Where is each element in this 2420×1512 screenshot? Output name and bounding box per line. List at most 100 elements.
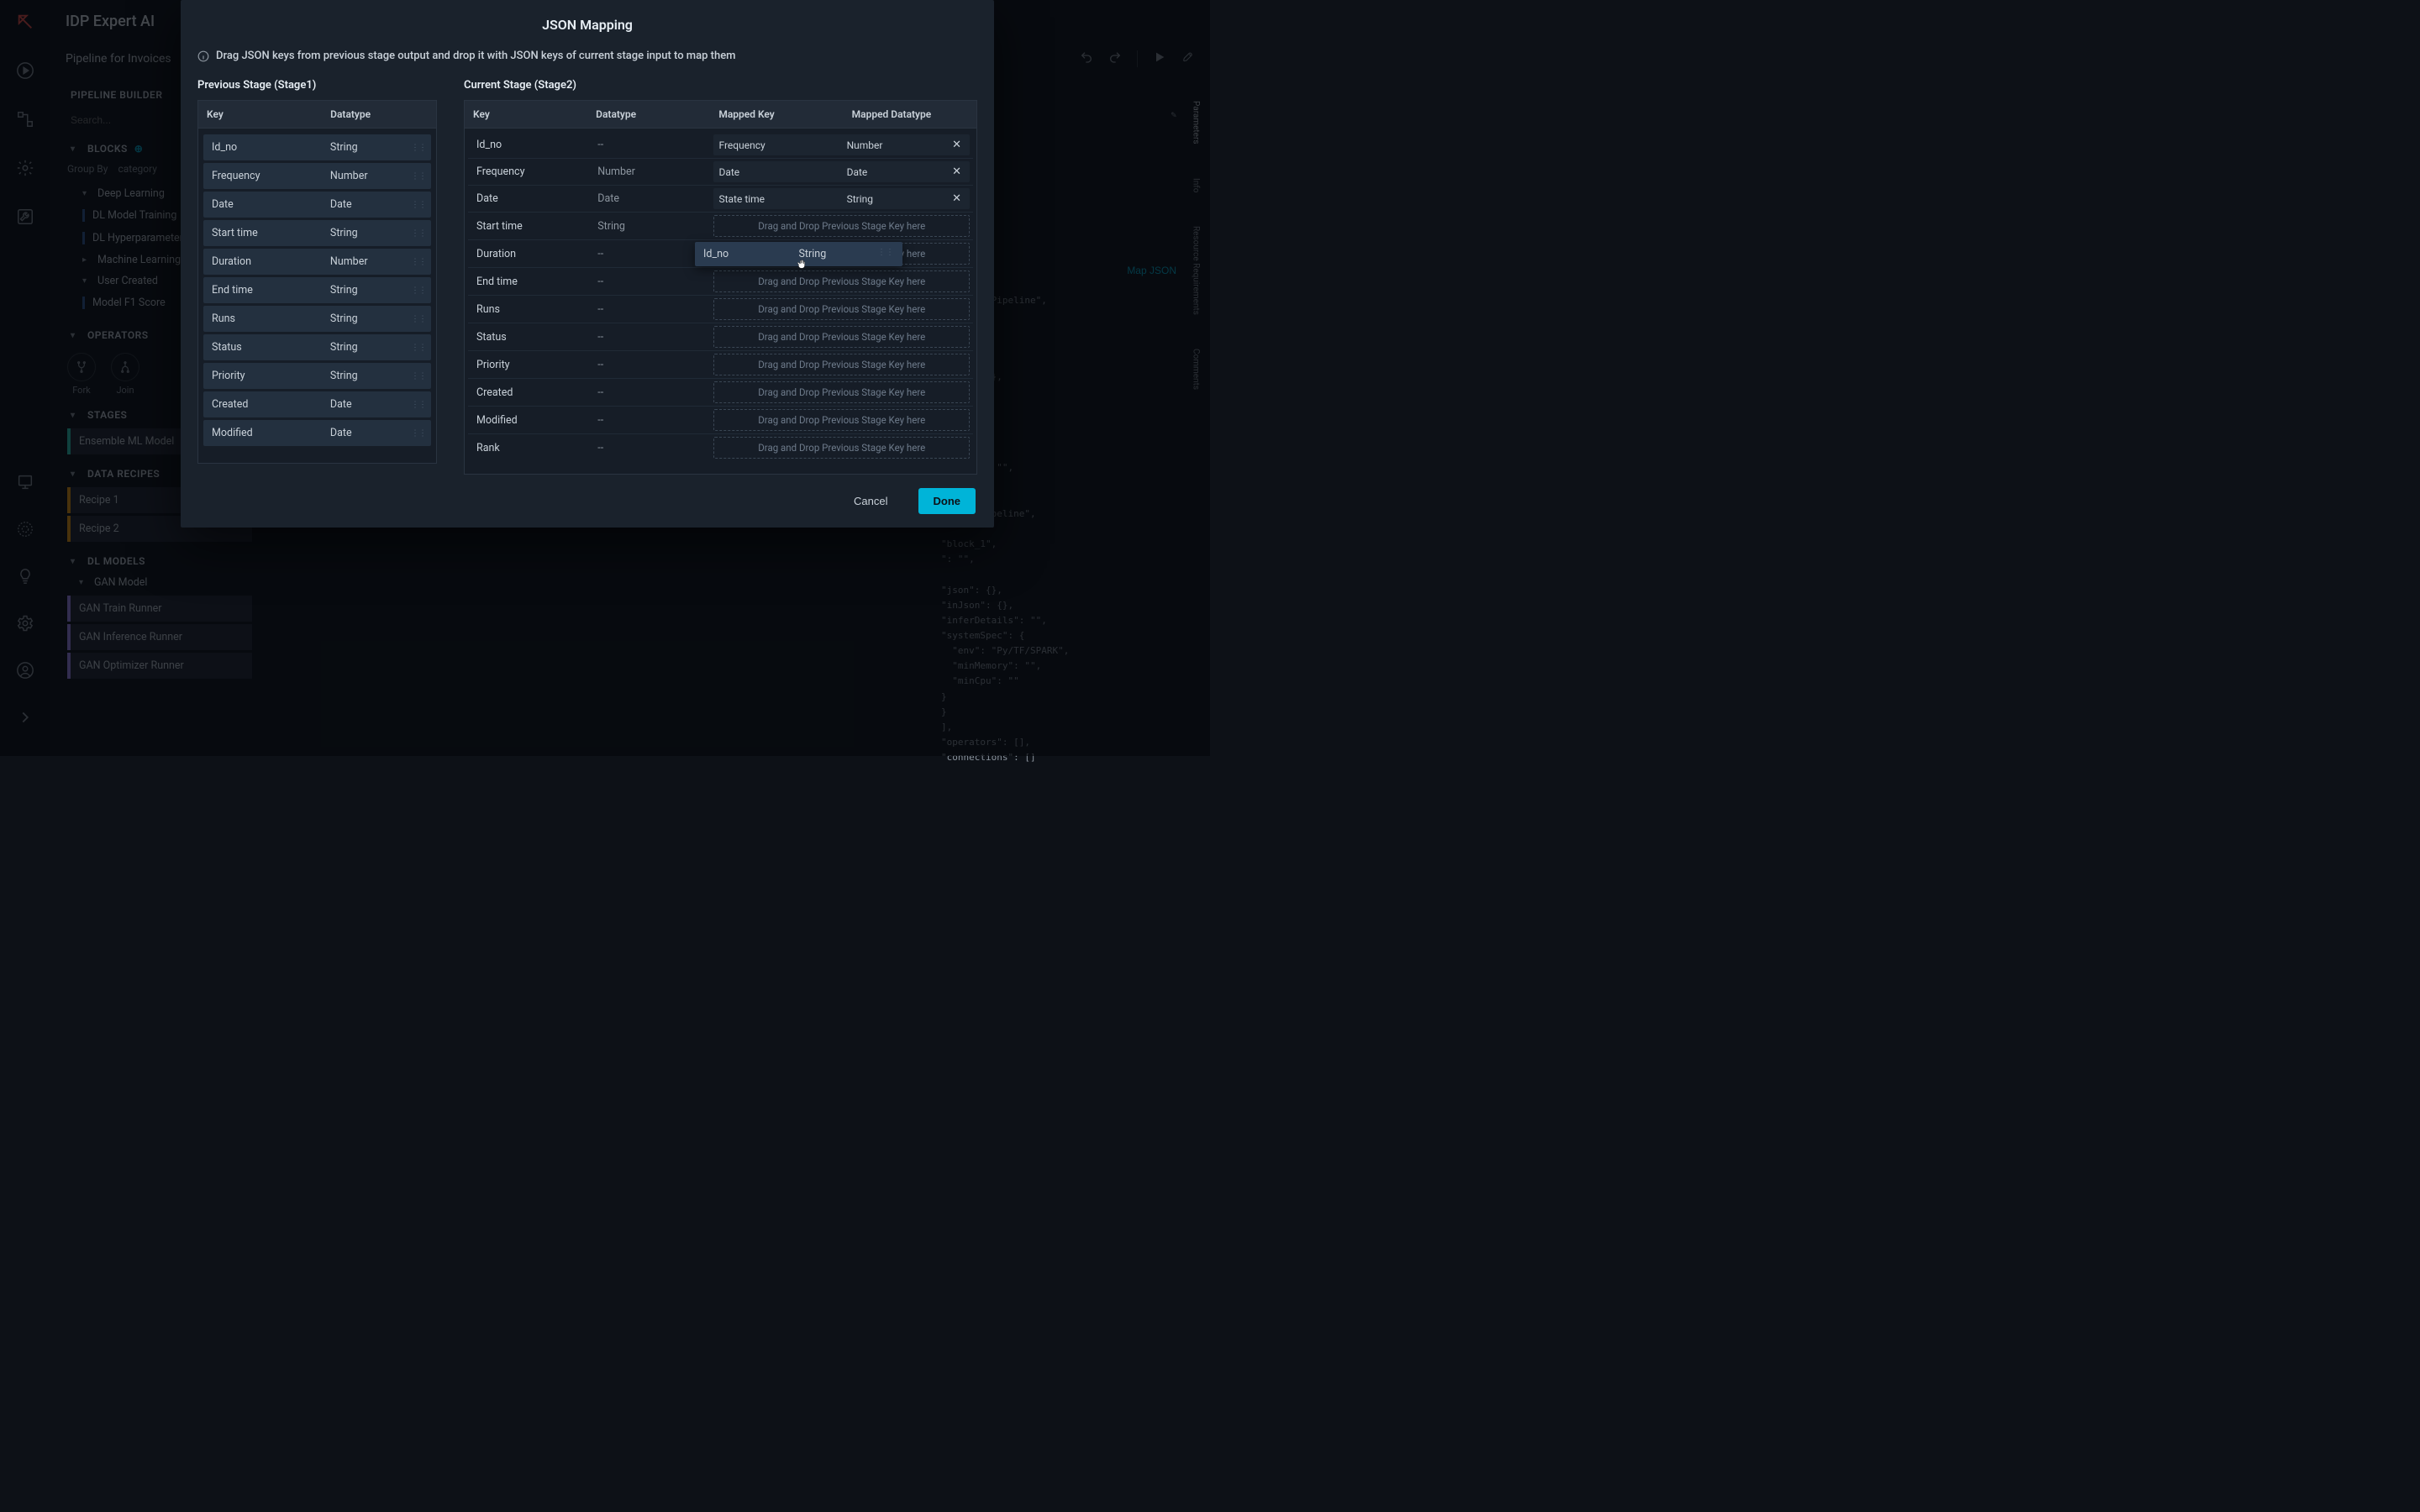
- cur-table-head: Key Datatype Mapped Key Mapped Datatype: [464, 100, 977, 128]
- cur-table-body[interactable]: Id_no--FrequencyNumber✕FrequencyNumberDa…: [464, 128, 977, 475]
- current-stage-title: Current Stage (Stage2): [464, 74, 977, 100]
- mapping-dropzone[interactable]: Drag and Drop Previous Stage Key here: [713, 326, 970, 348]
- remove-mapping-icon[interactable]: ✕: [949, 139, 965, 151]
- prev-row[interactable]: StatusString⋮⋮: [203, 334, 431, 360]
- cur-row-key: Status: [468, 325, 589, 349]
- grip-icon: ⋮⋮: [411, 400, 426, 409]
- cur-row-key: Priority: [468, 353, 589, 377]
- grip-icon: ⋮⋮: [411, 143, 426, 152]
- cur-row-dt: Date: [589, 186, 710, 211]
- prev-row[interactable]: Start timeString⋮⋮: [203, 220, 431, 246]
- cur-row-dt: --: [589, 436, 710, 460]
- mapping-dropzone[interactable]: Drag and Drop Previous Stage Key here: [713, 437, 970, 459]
- grip-icon: ⋮⋮: [411, 257, 426, 266]
- mapped-dt: Date: [847, 166, 950, 178]
- grip-icon: ⋮⋮: [411, 286, 426, 295]
- prev-row-key: End time: [203, 277, 322, 303]
- cur-row-key: Start time: [468, 214, 589, 239]
- grip-icon: ⋮⋮: [411, 171, 426, 181]
- cur-row-dt: --: [589, 381, 710, 405]
- prev-row[interactable]: ModifiedDate⋮⋮: [203, 420, 431, 446]
- prev-table-body[interactable]: Id_noString⋮⋮FrequencyNumber⋮⋮DateDate⋮⋮…: [197, 128, 437, 464]
- mapped-key: Date: [718, 166, 846, 178]
- mapped-key: State time: [718, 193, 846, 205]
- grip-icon: ⋮⋮: [411, 371, 426, 381]
- cur-row-key: Date: [468, 186, 589, 211]
- cur-row-key: Rank: [468, 436, 589, 460]
- cur-row-dt: --: [589, 297, 710, 322]
- cur-row-dt: String: [589, 214, 710, 239]
- mapping-dropzone[interactable]: Drag and Drop Previous Stage Key here: [713, 270, 970, 292]
- cur-row-dt: --: [589, 133, 710, 157]
- cur-row-dt: Number: [589, 160, 710, 184]
- cur-row-key: Modified: [468, 408, 589, 433]
- grip-icon: ⋮⋮: [411, 428, 426, 438]
- prev-row-key: Status: [203, 334, 322, 360]
- grip-icon: ⋮⋮: [877, 248, 894, 260]
- remove-mapping-icon[interactable]: ✕: [949, 192, 965, 205]
- cur-row: DateDateState timeString✕: [468, 186, 973, 213]
- grip-icon: ⋮⋮: [411, 200, 426, 209]
- cur-row-key: End time: [468, 270, 589, 294]
- cur-row-dt: --: [589, 408, 710, 433]
- prev-table-head: Key Datatype: [197, 100, 437, 128]
- mapped-chip[interactable]: FrequencyNumber✕: [713, 134, 970, 155]
- cur-row: Modified--Drag and Drop Previous Stage K…: [468, 407, 973, 434]
- cur-row: Runs--Drag and Drop Previous Stage Key h…: [468, 296, 973, 323]
- cur-row-dt: --: [589, 325, 710, 349]
- prev-row-key: Runs: [203, 306, 322, 332]
- mapped-chip[interactable]: DateDate✕: [713, 161, 970, 182]
- mapping-dropzone[interactable]: Drag and Drop Previous Stage Key here: [713, 354, 970, 375]
- prev-row-key: Date: [203, 192, 322, 218]
- mapping-dropzone[interactable]: Drag and Drop Previous Stage Key here: [713, 381, 970, 403]
- prev-row-key: Id_no: [203, 134, 322, 160]
- cur-row: Status--Drag and Drop Previous Stage Key…: [468, 323, 973, 351]
- cur-row-key: Runs: [468, 297, 589, 322]
- mapping-dropzone[interactable]: Drag and Drop Previous Stage Key here: [713, 215, 970, 237]
- prev-row-key: Frequency: [203, 163, 322, 189]
- grip-icon: ⋮⋮: [411, 343, 426, 352]
- prev-row[interactable]: FrequencyNumber⋮⋮: [203, 163, 431, 189]
- info-icon: [197, 50, 209, 62]
- cur-row: Id_no--FrequencyNumber✕: [468, 132, 973, 159]
- cur-row: End time--Drag and Drop Previous Stage K…: [468, 268, 973, 296]
- modal-title: JSON Mapping: [181, 0, 994, 43]
- prev-row-key: Start time: [203, 220, 322, 246]
- remove-mapping-icon[interactable]: ✕: [949, 165, 965, 178]
- cur-row: FrequencyNumberDateDate✕: [468, 159, 973, 186]
- prev-row[interactable]: Id_noString⋮⋮: [203, 134, 431, 160]
- mapped-dt: String: [847, 193, 950, 205]
- prev-row[interactable]: DateDate⋮⋮: [203, 192, 431, 218]
- cur-row-key: Created: [468, 381, 589, 405]
- cur-row: Priority--Drag and Drop Previous Stage K…: [468, 351, 973, 379]
- mapped-dt: Number: [847, 139, 950, 151]
- cur-row-dt: --: [589, 270, 710, 294]
- modal-hint: Drag JSON keys from previous stage outpu…: [181, 43, 994, 74]
- mapped-key: Frequency: [718, 139, 846, 151]
- grip-icon: ⋮⋮: [411, 314, 426, 323]
- cancel-button[interactable]: Cancel: [839, 488, 902, 514]
- prev-row[interactable]: End timeString⋮⋮: [203, 277, 431, 303]
- mapping-dropzone[interactable]: Drag and Drop Previous Stage Key here: [713, 298, 970, 320]
- prev-row[interactable]: DurationNumber⋮⋮: [203, 249, 431, 275]
- cur-row-dt: --: [589, 242, 710, 266]
- prev-row[interactable]: PriorityString⋮⋮: [203, 363, 431, 389]
- prev-row-key: Priority: [203, 363, 322, 389]
- cur-row-key: Duration: [468, 242, 589, 266]
- mapped-chip[interactable]: State timeString✕: [713, 188, 970, 209]
- current-stage-panel: Current Stage (Stage2) Key Datatype Mapp…: [464, 74, 977, 475]
- previous-stage-title: Previous Stage (Stage1): [197, 74, 437, 100]
- cur-row: Rank--Drag and Drop Previous Stage Key h…: [468, 434, 973, 461]
- done-button[interactable]: Done: [918, 488, 976, 514]
- modal-actions: Cancel Done: [181, 475, 994, 528]
- cur-row-key: Id_no: [468, 133, 589, 157]
- prev-row-key: Duration: [203, 249, 322, 275]
- cur-row-dt: --: [589, 353, 710, 377]
- prev-row[interactable]: RunsString⋮⋮: [203, 306, 431, 332]
- prev-row[interactable]: CreatedDate⋮⋮: [203, 391, 431, 417]
- mapping-dropzone[interactable]: Drag and Drop Previous Stage Key here: [713, 409, 970, 431]
- grab-cursor-icon: [796, 255, 809, 276]
- cur-row-key: Frequency: [468, 160, 589, 184]
- prev-row-key: Modified: [203, 420, 322, 446]
- previous-stage-panel: Previous Stage (Stage1) Key Datatype Id_…: [197, 74, 437, 475]
